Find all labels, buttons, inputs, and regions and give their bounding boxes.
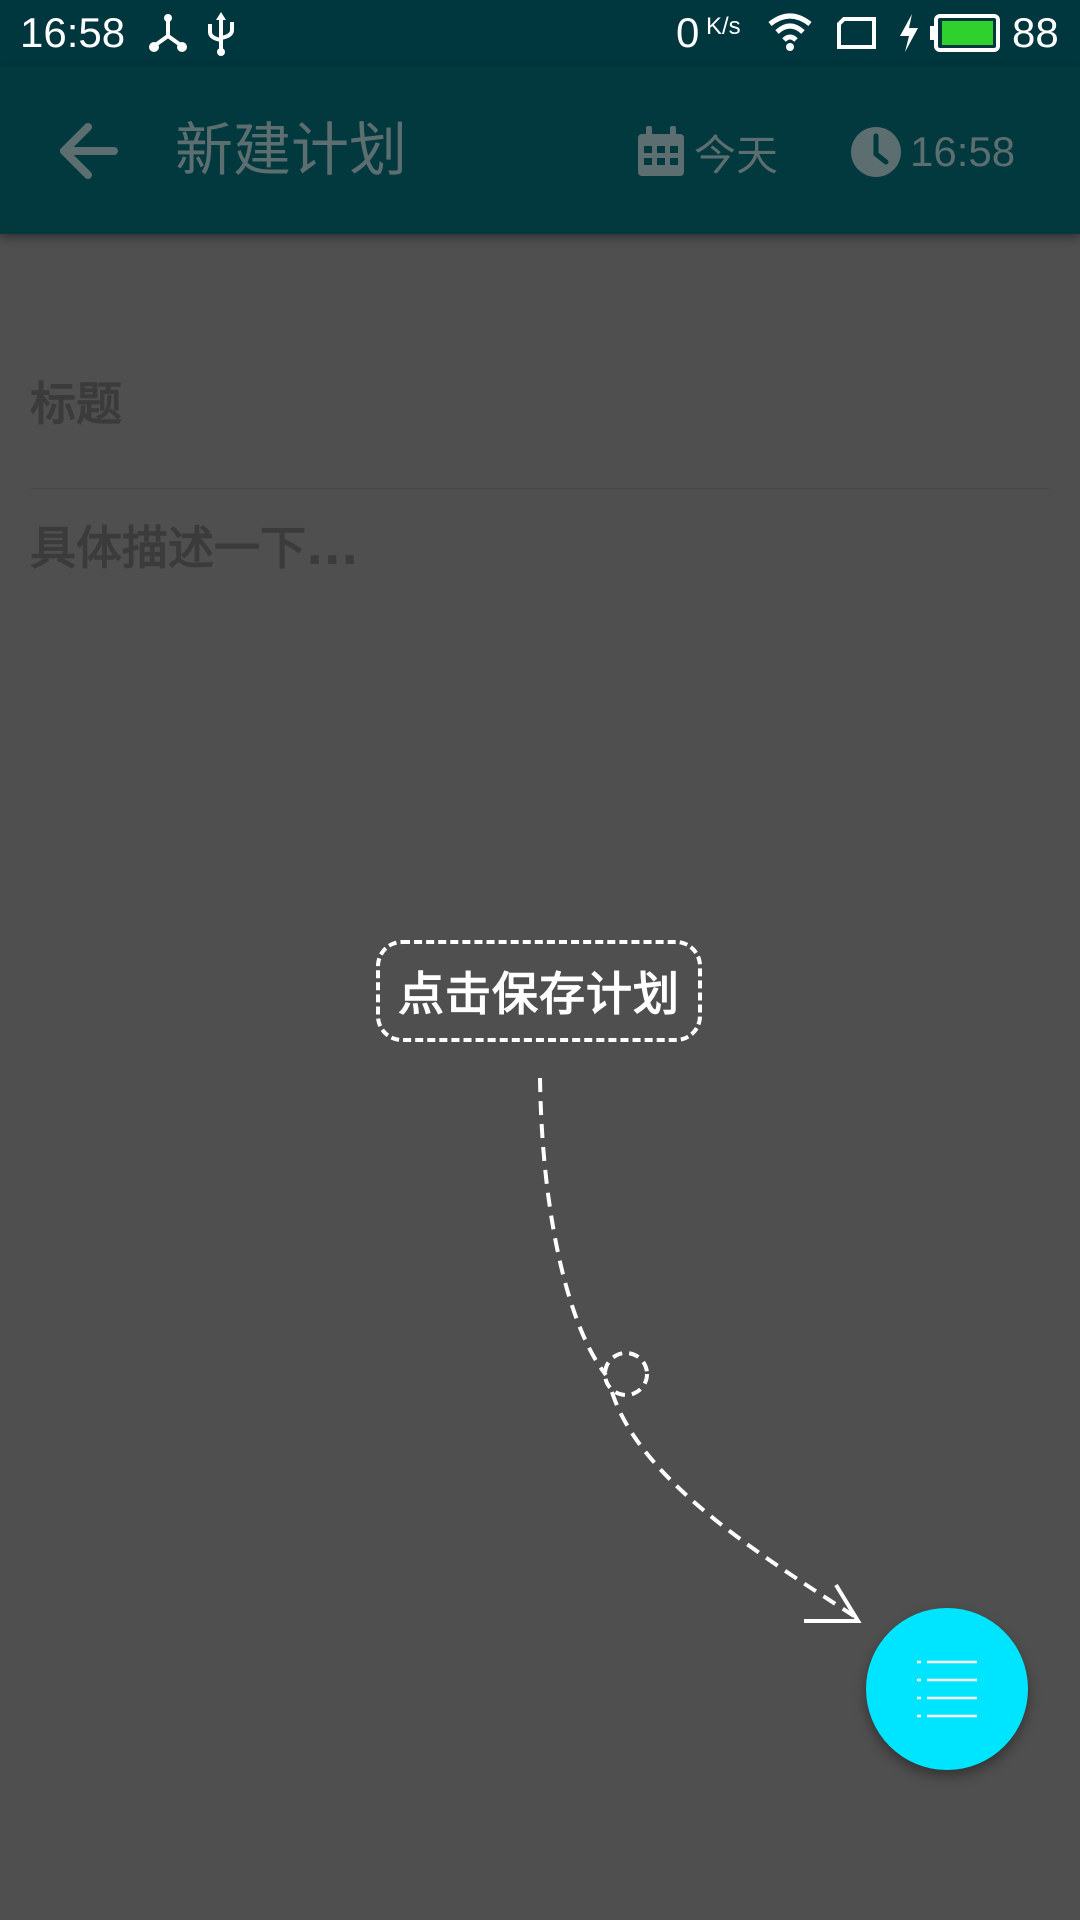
page-title: 新建计划 bbox=[175, 116, 408, 184]
app-bar: 新建计划 今天 16:58 bbox=[0, 66, 1080, 234]
sim-icon bbox=[837, 17, 876, 49]
calendar-icon bbox=[638, 126, 684, 176]
battery-icon bbox=[930, 14, 1000, 52]
guide-text: 点击保存计划 bbox=[398, 967, 680, 1021]
description-input[interactable]: 具体描述一下... bbox=[30, 516, 1050, 580]
usb-icon bbox=[208, 12, 234, 56]
battery-level: 88 bbox=[1012, 9, 1059, 56]
date-label: 今天 bbox=[694, 131, 779, 179]
wifi-icon bbox=[768, 13, 812, 51]
divider bbox=[30, 488, 1050, 489]
screen: 16:58 0 K/s 88 新建计划 今天 16:58 标题 具体描述一下..… bbox=[0, 0, 1080, 1920]
clock-icon bbox=[851, 127, 901, 177]
share-icon bbox=[149, 14, 187, 52]
guide-bubble: 点击保存计划 bbox=[376, 940, 702, 1042]
charging-icon bbox=[900, 14, 918, 52]
time-picker-button[interactable]: 16:58 bbox=[850, 122, 1015, 182]
list-icon bbox=[917, 1660, 977, 1718]
title-input[interactable]: 标题 bbox=[30, 372, 1050, 436]
back-button[interactable] bbox=[54, 116, 124, 186]
save-plan-fab[interactable] bbox=[866, 1608, 1028, 1770]
time-label: 16:58 bbox=[910, 128, 1016, 175]
status-time: 16:58 bbox=[20, 9, 126, 56]
net-speed: 0 bbox=[676, 9, 700, 56]
net-unit: K/s bbox=[706, 13, 741, 40]
status-bar: 16:58 0 K/s 88 bbox=[0, 0, 1080, 66]
arrow-left-icon bbox=[60, 123, 118, 179]
date-picker-button[interactable]: 今天 bbox=[636, 122, 778, 182]
